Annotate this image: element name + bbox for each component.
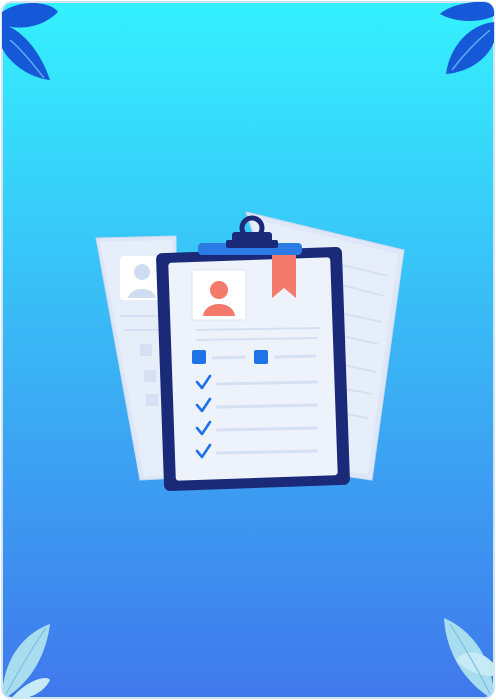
checkbox-icon bbox=[192, 350, 206, 364]
resume-illustration-card bbox=[0, 0, 496, 700]
avatar-person-icon bbox=[191, 269, 247, 321]
checkbox-icon bbox=[254, 350, 268, 364]
clipboard bbox=[156, 215, 350, 491]
background-artwork bbox=[1, 1, 495, 699]
